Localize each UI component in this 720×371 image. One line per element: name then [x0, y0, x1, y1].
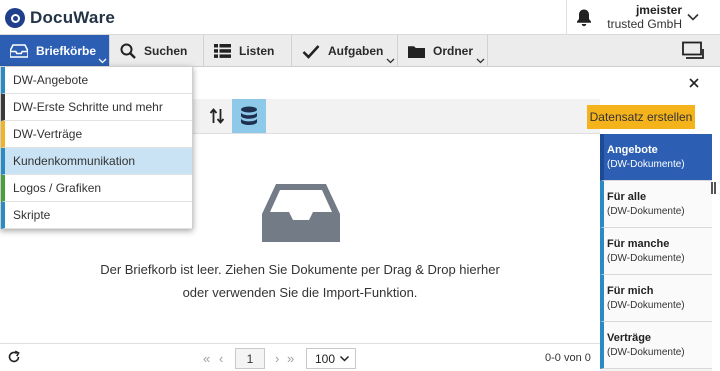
chevron-down-icon[interactable]	[686, 10, 700, 24]
previous-page-icon[interactable]: ‹	[219, 351, 223, 366]
nav-tab-listen[interactable]: Listen	[204, 35, 292, 67]
panel-item-title: Für mich	[607, 285, 654, 297]
empty-message-line-2: oder verwenden Sie die Import-Funktion.	[182, 285, 418, 300]
docuware-logo[interactable]: DocuWare	[5, 7, 115, 29]
dropdown-item-logos-grafiken[interactable]: Logos / Grafiken	[1, 175, 192, 202]
page-size-value: 100	[315, 351, 336, 366]
panel-item-vertraege[interactable]: Verträge (DW-Dokumente)	[600, 322, 712, 369]
dropdown-item-label: DW-Angebote	[13, 73, 89, 87]
empty-inbox-icon	[262, 184, 340, 242]
dropdown-item-label: Kundenkommunikation	[13, 154, 136, 168]
nav-tab-label: Ordner	[433, 44, 474, 58]
inbox-icon	[10, 44, 28, 58]
last-page-icon[interactable]: »	[287, 351, 294, 366]
panel-item-fuer-manche[interactable]: Für manche (DW-Dokumente)	[600, 228, 712, 275]
panel-item-title: Verträge	[607, 332, 652, 344]
docuware-logo-icon	[5, 8, 25, 28]
create-record-button[interactable]: Datensatz erstellen	[587, 105, 695, 129]
bell-icon	[576, 9, 591, 26]
dropdown-item-label: DW-Erste Schritte und mehr	[13, 100, 163, 114]
nav-tab-label: Briefkörbe	[36, 44, 97, 58]
user-organization: trusted GmbH	[607, 17, 682, 31]
chevron-down-icon	[339, 355, 350, 362]
brand-name: DocuWare	[30, 8, 116, 27]
checkmark-icon	[302, 44, 320, 59]
chevron-down-icon	[98, 58, 107, 64]
chevron-down-icon	[476, 58, 485, 64]
dropdown-item-skripte[interactable]: Skripte	[1, 202, 192, 229]
panel-item-title: Für manche	[607, 238, 670, 250]
search-icon	[120, 43, 136, 59]
nav-tab-ordner[interactable]: Ordner	[398, 35, 488, 67]
docuware-app: DocuWare jmeister trusted GmbH Briefkörb…	[0, 0, 720, 371]
dropdown-item-label: DW-Verträge	[13, 127, 83, 141]
chevron-down-icon	[386, 58, 395, 64]
panel-resize-handle[interactable]	[711, 182, 720, 194]
panel-item-subtitle: (DW-Dokumente)	[607, 159, 685, 170]
panel-item-angebote[interactable]: Angebote (DW-Dokumente)	[600, 134, 712, 181]
refresh-icon[interactable]	[7, 350, 21, 364]
nav-tab-aufgaben[interactable]: Aufgaben	[292, 35, 398, 67]
database-icon	[241, 106, 257, 125]
dropdown-item-kundenkommunikation[interactable]: Kundenkommunikation	[1, 148, 192, 175]
notifications-button[interactable]	[566, 0, 600, 35]
page-size-select[interactable]: 100	[306, 348, 356, 369]
dropdown-item-dw-angebote[interactable]: DW-Angebote	[1, 67, 192, 94]
folder-icon	[408, 45, 425, 58]
right-panel: Angebote (DW-Dokumente) Für alle (DW-Dok…	[600, 134, 712, 371]
dropdown-item-dw-vertraege[interactable]: DW-Verträge	[1, 121, 192, 148]
panel-item-subtitle: (DW-Dokumente)	[607, 206, 685, 217]
dropdown-item-label: Skripte	[13, 208, 51, 222]
empty-message-line-1: Der Briefkorb ist leer. Ziehen Sie Dokum…	[100, 262, 500, 277]
page-number-input[interactable]: 1	[235, 348, 265, 369]
panel-item-subtitle: (DW-Dokumente)	[607, 300, 685, 311]
nav-tab-briefkoerbe[interactable]: Briefkörbe	[0, 35, 110, 67]
nav-tab-label: Listen	[239, 44, 275, 58]
dropdown-item-label: Logos / Grafiken	[13, 181, 102, 195]
user-name: jmeister	[635, 3, 682, 17]
list-icon	[214, 44, 231, 58]
sort-arrows-icon	[209, 108, 225, 124]
top-header: DocuWare jmeister trusted GmbH	[0, 0, 720, 35]
nav-tab-suchen[interactable]: Suchen	[110, 35, 204, 67]
result-count: 0-0 von 0	[545, 352, 591, 364]
next-page-icon[interactable]: ›	[275, 351, 279, 366]
main-navigation: Briefkörbe Suchen Listen Aufgaben Ordner	[0, 35, 720, 67]
panel-item-fuer-mich[interactable]: Für mich (DW-Dokumente)	[600, 275, 712, 322]
panel-item-fuer-alle[interactable]: Für alle (DW-Dokumente)	[600, 181, 712, 228]
close-icon[interactable]	[686, 75, 702, 91]
panel-item-title: Angebote	[607, 144, 658, 156]
user-menu[interactable]: jmeister trusted GmbH	[600, 3, 682, 31]
dropdown-item-dw-erste-schritte[interactable]: DW-Erste Schritte und mehr	[1, 94, 192, 121]
first-page-icon[interactable]: «	[203, 351, 210, 366]
pager-bar: « ‹ 1 › » 100 0-0 von 0	[0, 343, 600, 371]
briefkoerbe-dropdown: DW-Angebote DW-Erste Schritte und mehr D…	[0, 66, 193, 229]
panel-item-subtitle: (DW-Dokumente)	[607, 347, 685, 358]
panel-item-subtitle: (DW-Dokumente)	[607, 253, 685, 264]
nav-tab-label: Suchen	[144, 44, 188, 58]
sort-button[interactable]	[205, 101, 229, 131]
nav-tab-label: Aufgaben	[328, 44, 384, 58]
monitor-icon[interactable]	[682, 41, 704, 61]
database-view-button[interactable]	[232, 99, 266, 133]
panel-item-title: Für alle	[607, 191, 647, 203]
